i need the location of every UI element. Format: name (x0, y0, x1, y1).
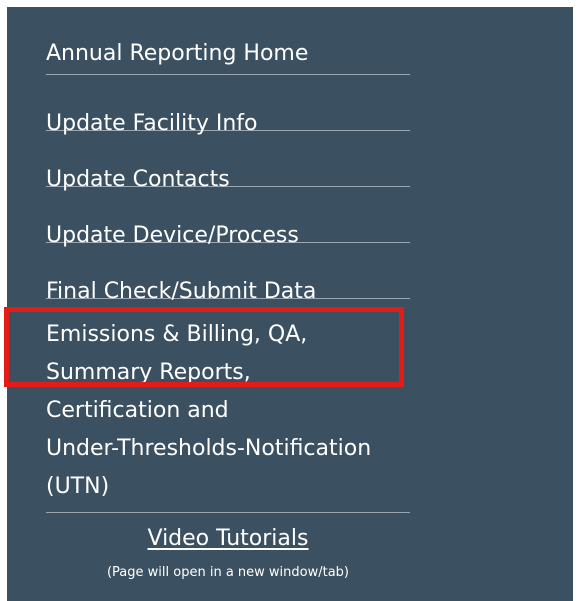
nav-label-line: Emissions & Billing, QA, (46, 322, 308, 347)
nav-label-line: Certification and (46, 398, 229, 423)
nav-emissions-billing-reports[interactable]: Emissions & Billing, QA, Summary Reports… (46, 299, 410, 513)
video-tutorials-link[interactable]: Video Tutorials (148, 526, 309, 551)
nav-update-device-process[interactable]: Update Device/Process (46, 187, 410, 248)
nav-annual-reporting-home[interactable]: Annual Reporting Home (46, 7, 410, 75)
nav-label-line: Summary Reports, (46, 360, 251, 385)
sidebar: Annual Reporting Home Update Facility In… (7, 7, 573, 601)
new-window-note: (Page will open in a new window/tab) (106, 565, 350, 580)
sidebar-footer: Video Tutorials (Page will open in a new… (46, 526, 410, 580)
nav-update-facility-info[interactable]: Update Facility Info (46, 75, 410, 136)
nav-update-contacts[interactable]: Update Contacts (46, 131, 410, 192)
nav-label-line: Under-Thresholds-Notification (46, 436, 372, 461)
nav-final-check-submit-data[interactable]: Final Check/Submit Data (46, 243, 410, 304)
page: Annual Reporting Home Update Facility In… (0, 0, 580, 601)
nav-label-line: (UTN) (46, 474, 110, 499)
nav-label: Annual Reporting Home (46, 41, 309, 66)
sidebar-nav: Annual Reporting Home Update Facility In… (46, 7, 410, 513)
